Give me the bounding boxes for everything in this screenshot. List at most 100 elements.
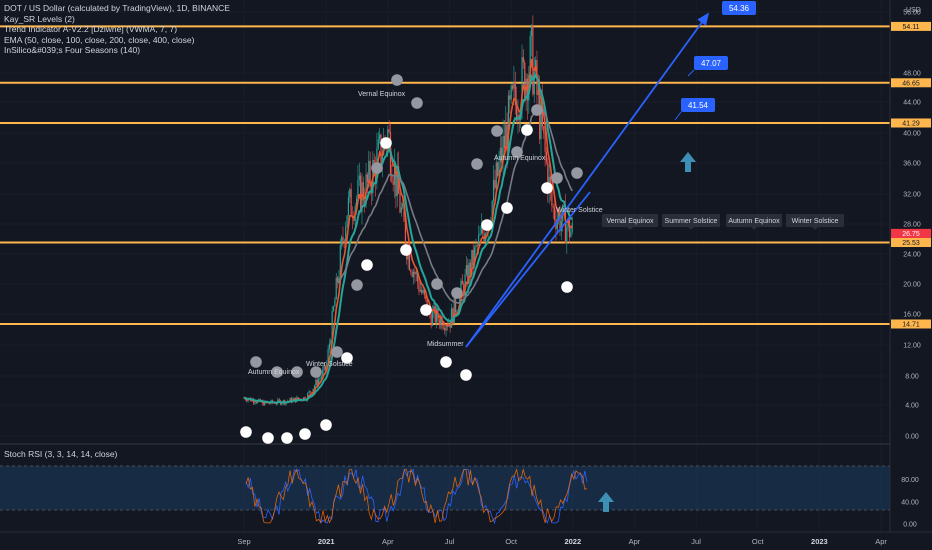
x-tick-label: 2021 <box>318 537 335 546</box>
x-tick-label: 2022 <box>564 537 581 546</box>
target-callout-41[interactable]: 41.54 <box>674 98 715 121</box>
candle-body <box>308 391 310 394</box>
y-tick-label: 56.00 <box>903 10 921 17</box>
candle-body <box>412 271 415 277</box>
candle-body <box>510 85 512 100</box>
callout-label: 47.07 <box>701 59 722 68</box>
candle-body <box>316 379 318 385</box>
candle-body <box>524 62 526 100</box>
candle-body <box>568 218 571 238</box>
rsi-legend[interactable]: Stoch RSI (3, 3, 14, 14, close) <box>4 449 117 459</box>
new-moon-dot <box>491 125 503 137</box>
candle-body <box>533 71 535 95</box>
candle-body <box>566 227 568 243</box>
season-label: Summer Solstice <box>665 218 718 225</box>
new-moon-dot <box>431 278 443 290</box>
candle-body <box>388 129 390 132</box>
y-tick-label: 20.00 <box>903 282 921 289</box>
candle-body <box>319 377 321 380</box>
ema-line-fast <box>243 58 573 404</box>
price-tag-label: 26.75 <box>902 231 920 238</box>
x-tick-label: Apr <box>629 537 641 546</box>
candle-body <box>545 151 548 163</box>
candle-body <box>552 206 554 208</box>
full-moon-dot <box>400 244 412 256</box>
candle-body <box>341 237 343 246</box>
candle-body <box>410 270 412 273</box>
rsi-tick-label: 80.00 <box>901 477 919 484</box>
chart-legend: DOT / US Dollar (calculated by TradingVi… <box>4 3 230 56</box>
candle-body <box>334 299 336 307</box>
candle-body <box>431 311 434 326</box>
legend-indicator[interactable]: Kay_SR Levels (2) <box>4 14 230 25</box>
callout-label: 54.36 <box>729 4 750 13</box>
annotation-winter-solstice: Winter Solstice <box>306 361 353 368</box>
candle-body <box>347 197 350 216</box>
ema-line-slow <box>337 105 573 304</box>
candle-body <box>465 265 468 275</box>
y-tick-label: 24.00 <box>903 252 921 259</box>
full-moon-dot <box>460 369 472 381</box>
candle-body <box>570 231 572 238</box>
new-moon-dot <box>471 158 483 170</box>
new-moon-dot <box>351 279 363 291</box>
season-labels: Vernal Equinox Summer Solstice Autumn Equi… <box>602 214 844 230</box>
candle-body <box>476 245 478 246</box>
candle-body <box>320 376 322 378</box>
y-tick-label: 0.00 <box>905 434 919 441</box>
full-moon-dot <box>561 281 573 293</box>
season-pointer <box>688 227 694 230</box>
candle-body <box>514 82 516 101</box>
x-tick-label: Oct <box>505 537 518 546</box>
chart-canvas[interactable]: Vernal Equinox Summer Solstice Autumn Equi… <box>0 0 932 550</box>
legend-indicator[interactable]: InSilico&#039;s Four Seasons (140) <box>4 45 230 56</box>
rsi-band <box>0 466 890 510</box>
new-moon-dot <box>331 346 343 358</box>
new-moon-dot <box>250 356 262 368</box>
x-tick-label: Jul <box>445 537 455 546</box>
candle-body <box>255 403 257 404</box>
candle-body <box>343 240 345 243</box>
candle-body <box>377 139 379 149</box>
candle-body <box>368 160 370 182</box>
candle-body <box>418 281 420 292</box>
candle-body <box>421 289 423 293</box>
y-tick-label: 12.00 <box>903 343 921 350</box>
candle-body <box>497 162 499 176</box>
candle-body <box>422 289 424 293</box>
price-tag-label: 14.71 <box>902 321 920 328</box>
season-label: Autumn Equinox <box>728 218 780 225</box>
y-tick-label: 40.00 <box>903 131 921 138</box>
callout-label: 41.54 <box>688 101 709 110</box>
full-moon-dot <box>281 432 293 444</box>
candle-body <box>373 159 375 163</box>
candle-body <box>346 215 348 227</box>
candle-body <box>411 272 413 277</box>
y-tick-label: 4.00 <box>905 403 919 410</box>
annotation-autumn-equinox-2: Autumn Equinox <box>494 155 546 162</box>
legend-indicator[interactable]: Trend Indicator A-V2.2 [Dziwne] (VWMA, 7… <box>4 24 230 35</box>
candle-body <box>399 193 401 213</box>
price-tag-label: 46.65 <box>902 80 920 87</box>
price-tag-label: 41.29 <box>902 121 920 128</box>
support-resistance-lines[interactable] <box>0 25 890 325</box>
y-tick-label: 8.00 <box>905 374 919 381</box>
candle-body <box>553 207 556 221</box>
candle-body <box>254 403 256 404</box>
candle-body <box>530 25 533 37</box>
new-moon-dot <box>371 162 383 174</box>
candle-body <box>392 181 394 185</box>
target-callout-54[interactable]: 54.36 <box>722 1 756 15</box>
full-moon-dot <box>320 419 332 431</box>
legend-symbol[interactable]: DOT / US Dollar (calculated by TradingVi… <box>4 3 230 14</box>
candle-body <box>430 314 432 326</box>
season-pointer <box>627 227 633 230</box>
x-tick-label: Oct <box>752 537 765 546</box>
full-moon-dot <box>240 426 252 438</box>
candle-body <box>332 306 335 311</box>
time-axis[interactable] <box>0 532 932 550</box>
up-arrow-icon <box>680 152 696 172</box>
legend-indicator[interactable]: EMA (50, close, 100, close, 200, close, … <box>4 35 230 46</box>
full-moon-dot <box>420 304 432 316</box>
candle-body <box>349 189 351 198</box>
